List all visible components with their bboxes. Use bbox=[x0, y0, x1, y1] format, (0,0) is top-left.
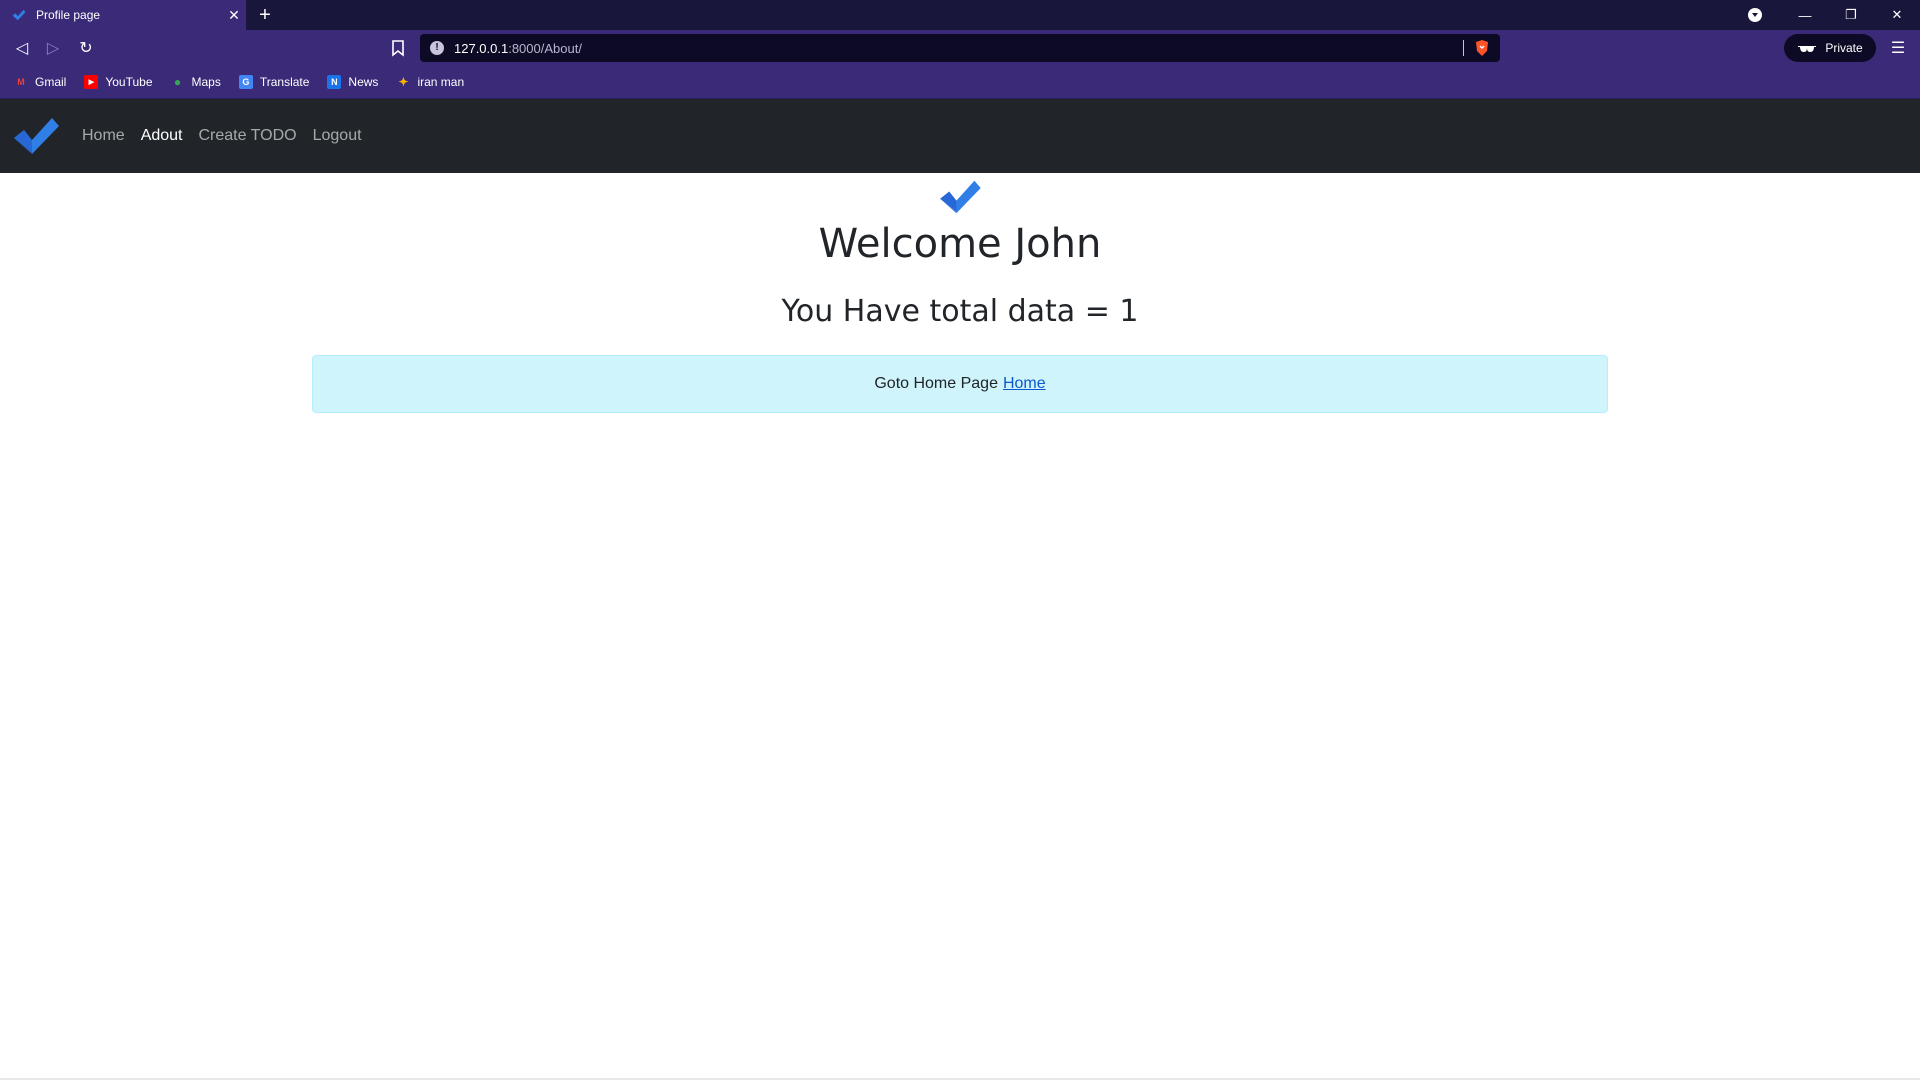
welcome-heading: Welcome John bbox=[818, 221, 1102, 267]
brave-shields-icon[interactable] bbox=[1474, 39, 1490, 57]
web-page: Home Adout Create TODO Logout Welcome Jo… bbox=[0, 99, 1920, 1080]
bookmark-label: iran man bbox=[417, 75, 465, 89]
nav-link-adout[interactable]: Adout bbox=[141, 127, 183, 145]
tab-close-icon[interactable]: ✕ bbox=[222, 7, 246, 24]
site-navbar: Home Adout Create TODO Logout bbox=[0, 99, 1920, 173]
window-controls: — ❐ ✕ bbox=[1748, 0, 1920, 30]
bookmark-maps[interactable]: ● Maps bbox=[171, 75, 221, 89]
forward-button[interactable]: ▷ bbox=[41, 36, 65, 60]
home-link[interactable]: Home bbox=[1003, 375, 1046, 393]
bookmark-translate[interactable]: G Translate bbox=[238, 75, 310, 89]
bookmark-label: YouTube bbox=[105, 75, 153, 89]
bookmark-iran-man[interactable]: ✦ iran man bbox=[396, 75, 464, 89]
gmail-icon: M bbox=[17, 77, 25, 87]
tab-title: Profile page bbox=[36, 8, 101, 22]
checkmark-favicon-icon bbox=[12, 9, 26, 21]
bookmark-news[interactable]: N News bbox=[327, 75, 378, 89]
bookmark-label: Translate bbox=[259, 75, 310, 89]
youtube-icon: ▶ bbox=[84, 75, 99, 89]
new-tab-button[interactable]: + bbox=[254, 4, 276, 26]
bookmarks-bar: M Gmail ▶ YouTube ● Maps G Translate N N… bbox=[0, 66, 1920, 99]
url-divider bbox=[1463, 40, 1464, 56]
todo-checkmark-hero-icon bbox=[940, 180, 981, 214]
profile-dropdown-icon[interactable] bbox=[1748, 8, 1762, 22]
private-label: Private bbox=[1825, 41, 1863, 55]
address-bar[interactable]: ! 127.0.0.1:8000/About/ bbox=[420, 34, 1500, 62]
close-window-button[interactable]: ✕ bbox=[1874, 0, 1920, 30]
info-alert: Goto Home Page Home bbox=[312, 355, 1608, 413]
maps-icon: ● bbox=[173, 75, 182, 89]
browser-toolbar: ◁ ▷ ↻ ! 127.0.0.1:8000/About/ Private ☰ bbox=[0, 30, 1920, 66]
bookmark-label: Maps bbox=[191, 75, 221, 89]
back-button[interactable]: ◁ bbox=[10, 36, 34, 60]
bookmark-gmail[interactable]: M Gmail bbox=[14, 75, 66, 89]
news-icon: N bbox=[327, 75, 342, 89]
iran-man-icon: ✦ bbox=[398, 75, 409, 89]
private-window-button[interactable]: Private bbox=[1784, 34, 1876, 62]
nav-link-create-todo[interactable]: Create TODO bbox=[199, 127, 297, 145]
browser-tab[interactable]: Profile page ✕ bbox=[0, 0, 246, 30]
total-data-heading: You Have total data = 1 bbox=[781, 294, 1139, 329]
bookmark-page-icon[interactable] bbox=[388, 38, 408, 58]
site-info-icon[interactable]: ! bbox=[430, 41, 444, 55]
minimize-button[interactable]: — bbox=[1782, 0, 1828, 30]
bookmark-label: Gmail bbox=[35, 75, 67, 89]
bookmark-youtube[interactable]: ▶ YouTube bbox=[84, 75, 153, 89]
alert-text: Goto Home Page bbox=[874, 375, 998, 392]
translate-icon: G bbox=[238, 75, 253, 89]
nav-link-logout[interactable]: Logout bbox=[313, 127, 362, 145]
browser-tab-strip: Profile page ✕ + — ❐ ✕ bbox=[0, 0, 1920, 30]
nav-link-home[interactable]: Home bbox=[82, 127, 125, 145]
restore-button[interactable]: ❐ bbox=[1828, 0, 1874, 30]
url-host: 127.0.0.1 bbox=[454, 40, 509, 56]
bookmark-label: News bbox=[348, 75, 379, 89]
url-path: :8000/About/ bbox=[508, 40, 582, 56]
browser-menu-button[interactable]: ☰ bbox=[1886, 36, 1910, 60]
todo-checkmark-logo-icon[interactable] bbox=[12, 116, 60, 156]
private-glasses-icon bbox=[1798, 46, 1817, 52]
reload-button[interactable]: ↻ bbox=[74, 36, 98, 60]
